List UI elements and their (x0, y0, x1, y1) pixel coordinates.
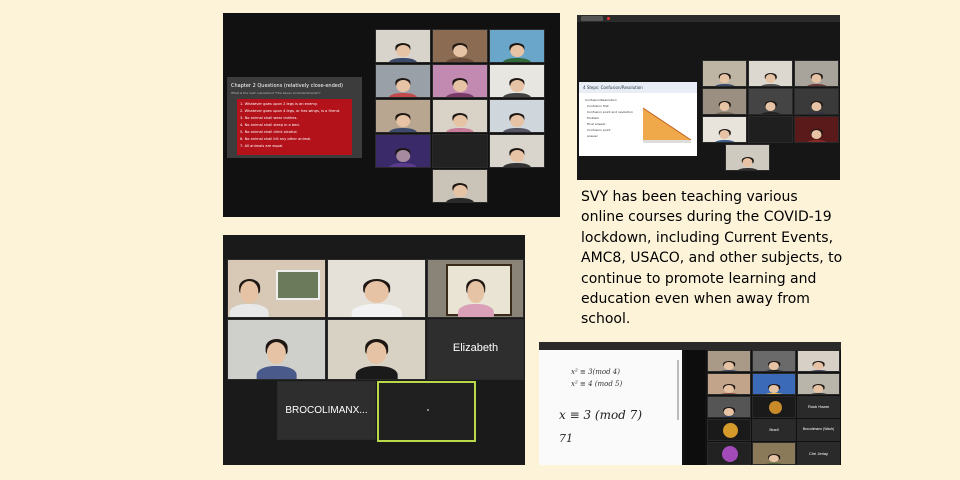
video-tile[interactable] (748, 116, 793, 143)
commandment: 6. No animal shall kill any other animal… (240, 137, 312, 141)
whiteboard-line: x² ≡ 4 (mod 5) (571, 380, 623, 388)
video-tile[interactable] (489, 99, 545, 133)
participant-name: Rush Haam (807, 404, 830, 409)
video-tile[interactable] (702, 116, 747, 143)
toolbar-button[interactable] (581, 16, 603, 21)
avatar (723, 423, 738, 438)
video-tile-active-speaker[interactable] (377, 381, 476, 442)
video-tile[interactable] (752, 442, 796, 465)
screenshot-lesson-slide: 4 Steps: Confusion/Resolution Confusion/… (577, 15, 840, 180)
slide-item: Problem (587, 116, 600, 120)
slide-title: Chapter 2 Questions (relatively close-en… (231, 83, 343, 89)
video-tile[interactable] (794, 116, 839, 143)
slide-item: Confusion first (587, 104, 609, 108)
screenshot-animal-farm-class: Chapter 2 Questions (relatively close-en… (223, 13, 560, 217)
video-tile[interactable] (702, 88, 747, 115)
video-tile[interactable] (752, 396, 796, 418)
screenshot-whiteboard-class: x² ≡ 3(mod 4) x² ≡ 4 (mod 5) x ≡ 3 (mod … (539, 342, 841, 465)
slide-diagram (642, 107, 692, 143)
video-tile-camera-off[interactable]: Rush Haam (797, 396, 840, 418)
video-tile[interactable] (432, 64, 488, 98)
slide-subtitle: What is the next rule behind "The Seven … (231, 91, 321, 95)
video-tile[interactable] (794, 88, 839, 115)
video-tile[interactable] (489, 134, 545, 168)
video-tile-camera-off[interactable]: Chri Jeriay (797, 442, 840, 465)
avatar (769, 401, 782, 414)
video-tile[interactable] (227, 319, 326, 380)
video-tile[interactable] (725, 144, 770, 171)
shared-slide: 4 Steps: Confusion/Resolution Confusion/… (579, 82, 697, 156)
video-tile-camera-off[interactable]: Bradl (752, 419, 796, 441)
video-tile[interactable] (327, 319, 426, 380)
video-tile[interactable] (427, 259, 524, 318)
participant-name: Bradl (769, 427, 779, 432)
whiteboard-line: x ≡ 3 (mod 7) (559, 408, 642, 422)
video-tile[interactable] (707, 442, 751, 465)
video-tile[interactable] (489, 29, 545, 63)
video-tile[interactable] (702, 60, 747, 87)
whiteboard-line: 71 (559, 432, 573, 445)
video-tile[interactable] (707, 373, 751, 395)
video-tile[interactable] (327, 259, 426, 318)
video-tile[interactable] (375, 99, 431, 133)
caption-text: SVY has been teaching various online cou… (581, 189, 843, 328)
shared-slide: Chapter 2 Questions (relatively close-en… (227, 77, 362, 158)
screenshot-student-gallery: Elizabeth BROCOLIMANX... (223, 235, 525, 465)
participant-name: BROCOLIMANX... (285, 405, 368, 416)
video-tile[interactable] (375, 29, 431, 63)
commandment: 2. Whatever goes upon 4 legs, or has win… (240, 109, 341, 113)
avatar (722, 446, 738, 462)
video-tile-camera-off[interactable]: BROCOLIMANX... (277, 381, 376, 440)
whiteboard-scroll-track[interactable] (677, 360, 679, 420)
participant-name: Chri Jeriay (808, 451, 829, 456)
commandment: 5. No animal shall drink alcohol. (240, 130, 298, 134)
video-tile[interactable] (375, 64, 431, 98)
video-tile[interactable] (432, 99, 488, 133)
commandments-box: 1. Whatever goes upon 2 legs is an enemy… (237, 99, 352, 155)
whiteboard[interactable]: x² ≡ 3(mod 4) x² ≡ 4 (mod 5) x ≡ 3 (mod … (539, 350, 682, 465)
video-tile[interactable] (794, 60, 839, 87)
toolbar (539, 342, 841, 350)
video-tile[interactable] (707, 419, 751, 441)
participant-name: Brocolimanx (Wach) (802, 427, 835, 431)
slide-title: 4 Steps: Confusion/Resolution (583, 85, 643, 90)
tile-dot (427, 409, 429, 411)
wall-picture (276, 270, 320, 300)
video-tile[interactable] (375, 134, 431, 168)
video-tile[interactable] (227, 259, 326, 318)
commandment: 3. No animal shall wear clothes. (240, 116, 298, 120)
video-tile[interactable] (748, 60, 793, 87)
video-tile[interactable] (707, 396, 751, 418)
slide-item: Final answer (587, 122, 606, 126)
video-tile[interactable] (797, 373, 840, 395)
slide-item: answer (587, 134, 598, 138)
whiteboard-line: x² ≡ 3(mod 4) (571, 368, 620, 376)
video-tile-camera-off[interactable]: Elizabeth (427, 319, 524, 380)
commandment: 1. Whatever goes upon 2 legs is an enemy… (240, 102, 318, 106)
video-tile[interactable] (748, 88, 793, 115)
slide-item: Confusion/Resolution (585, 98, 617, 102)
video-tile[interactable] (797, 350, 840, 372)
video-tile[interactable] (432, 169, 488, 203)
video-divider (685, 350, 705, 465)
video-tile[interactable] (489, 64, 545, 98)
commandment: 4. No animal shall sleep in a bed. (240, 123, 300, 127)
video-tile[interactable] (752, 373, 796, 395)
video-tile[interactable] (432, 134, 488, 168)
video-tile[interactable] (432, 29, 488, 63)
video-tile-camera-off[interactable]: Brocolimanx (Wach) (797, 419, 840, 441)
participant-name: Elizabeth (452, 342, 499, 354)
slide-item: Confusion point (587, 128, 611, 132)
slide-item: Confusion point and resolution (587, 110, 633, 114)
window-toolbar (577, 15, 840, 22)
video-tile[interactable] (752, 350, 796, 372)
recording-indicator (607, 17, 610, 20)
video-tile[interactable] (707, 350, 751, 372)
commandment: 7. All animals are equal. (240, 144, 284, 148)
